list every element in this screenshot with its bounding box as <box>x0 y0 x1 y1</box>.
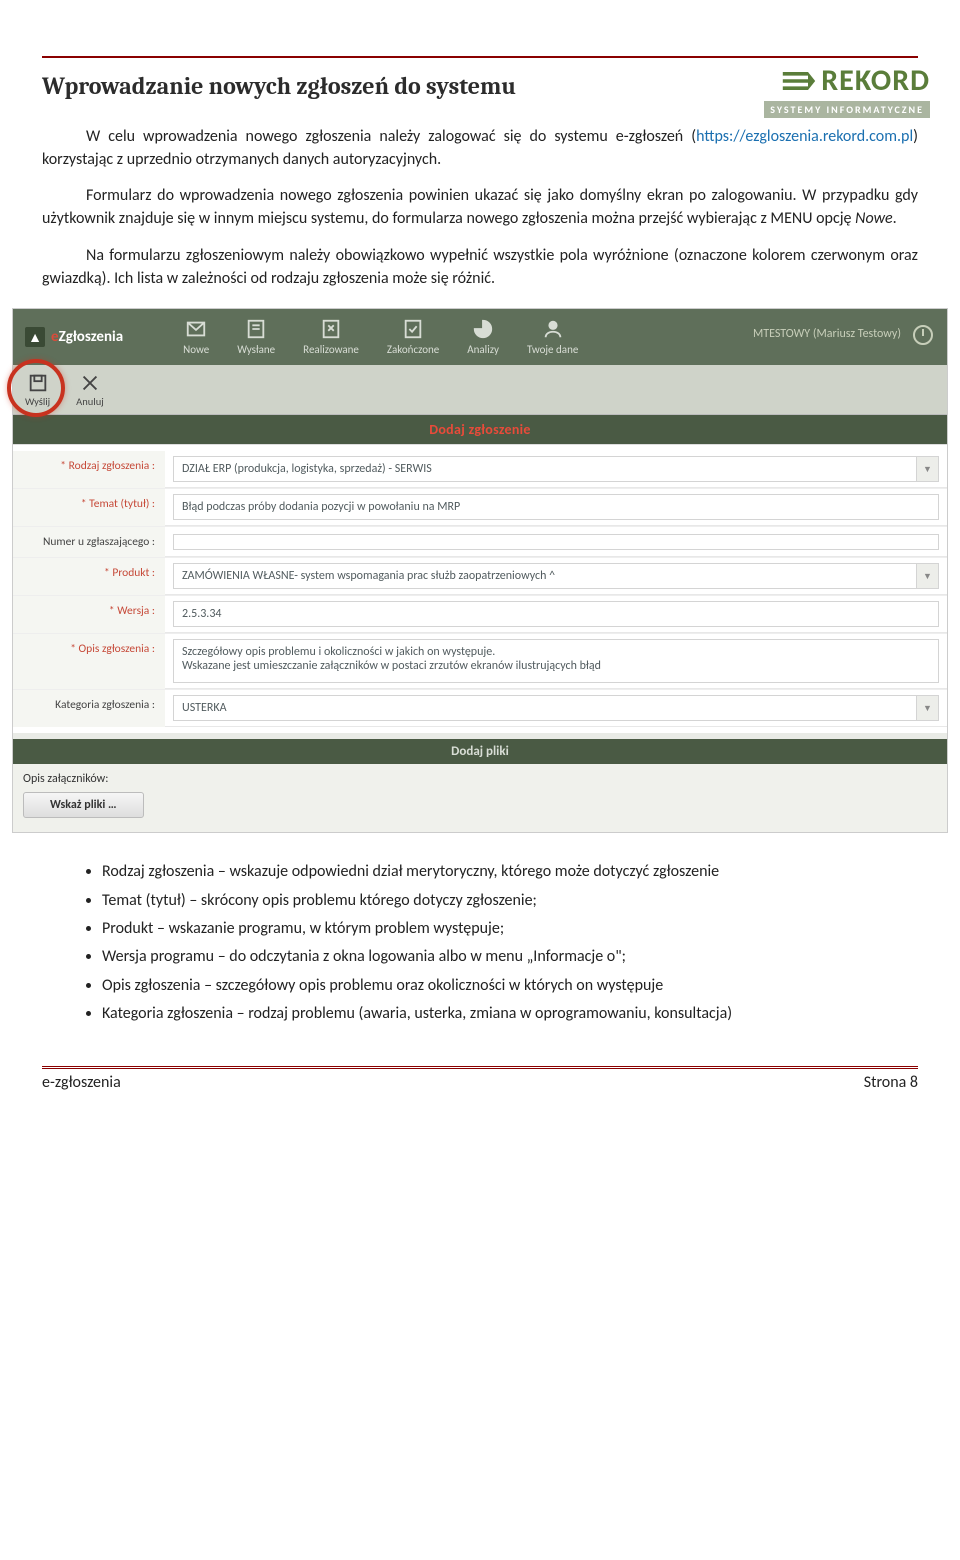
field-version[interactable]: 2.5.3.34 <box>173 601 939 627</box>
logo-text: REKORD <box>821 62 930 99</box>
caret-icon[interactable]: ▼ <box>917 563 939 589</box>
field-title[interactable]: Błąd podczas próby dodania pozycji w pow… <box>173 494 939 520</box>
nav-analytics[interactable]: Analizy <box>467 318 499 356</box>
app-nav: Nowe Wysłane Realizowane Zakończone Anal… <box>183 318 578 356</box>
header-rule <box>42 56 918 58</box>
paragraph-3: Na formularzu zgłoszeniowym należy obowi… <box>42 245 918 290</box>
label-number: Numer u zgłaszającego : <box>13 527 165 557</box>
power-icon[interactable] <box>911 323 935 347</box>
app-screenshot: ▲ eZgłoszenia Nowe Wysłane Realizowane Z… <box>12 308 948 833</box>
list-item: Produkt – wskazanie programu, w którym p… <box>102 918 918 940</box>
files-browse-button[interactable]: Wskaż pliki … <box>23 792 144 818</box>
close-icon <box>79 372 101 394</box>
list-item: Kategoria zgłoszenia – rodzaj problemu (… <box>102 1003 918 1025</box>
list-item: Temat (tytuł) – skrócony opis problemu k… <box>102 890 918 912</box>
list-item: Opis zgłoszenia – szczegółowy opis probl… <box>102 975 918 997</box>
url-link[interactable]: https://ezgloszenia.rekord.com.pl <box>696 127 913 146</box>
label-product: * Produkt : <box>13 558 165 595</box>
label-category: Kategoria zgłoszenia : <box>13 690 165 727</box>
nav-inprogress[interactable]: Realizowane <box>303 318 359 356</box>
nav-done[interactable]: Zakończone <box>387 318 439 356</box>
field-category[interactable]: USTERKA <box>173 695 917 721</box>
label-type: * Rodzaj zgłoszenia : <box>13 451 165 488</box>
highlight-circle <box>7 359 65 417</box>
paragraph-1: W celu wprowadzenia nowego zgłoszenia na… <box>42 126 918 171</box>
field-desc[interactable]: Szczegółowy opis problemu i okoliczności… <box>173 639 939 683</box>
ticket-form: * Rodzaj zgłoszenia : DZIAŁ ERP (produkc… <box>13 444 947 733</box>
header-logo: REKORD SYSTEMY INFORMATYCZNE <box>764 62 930 118</box>
app-brand: ▲ eZgłoszenia <box>25 327 123 347</box>
logo-stripes-icon <box>781 69 817 93</box>
caret-icon[interactable]: ▼ <box>917 695 939 721</box>
bullet-list: Rodzaj zgłoszenia – wskazuje odpowiedni … <box>102 861 918 1025</box>
label-title: * Temat (tytuł) : <box>13 489 165 526</box>
files-title: Dodaj pliki <box>13 739 947 764</box>
app-topbar: ▲ eZgłoszenia Nowe Wysłane Realizowane Z… <box>13 309 947 365</box>
footer-left: e-zgłoszenia <box>42 1073 121 1092</box>
field-number[interactable] <box>173 534 939 550</box>
footer-right: Strona 8 <box>864 1073 918 1092</box>
list-item: Wersja programu – do odczytania z okna l… <box>102 946 918 968</box>
logo-subtitle: SYSTEMY INFORMATYCZNE <box>764 101 930 118</box>
alert-icon: ▲ <box>25 327 45 347</box>
app-action-bar: Wyślij Anuluj <box>13 365 947 415</box>
files-section: Opis załączników: Wskaż pliki … <box>13 764 947 832</box>
label-desc: * Opis zgłoszenia : <box>13 634 165 689</box>
field-type[interactable]: DZIAŁ ERP (produkcja, logistyka, sprzeda… <box>173 456 917 482</box>
files-label: Opis załączników: <box>23 772 937 786</box>
label-version: * Wersja : <box>13 596 165 633</box>
nav-new[interactable]: Nowe <box>183 318 209 356</box>
form-title: Dodaj zgłoszenie <box>13 415 947 444</box>
field-product[interactable]: ZAMÓWIENIA WŁASNE- system wspomagania pr… <box>173 563 917 589</box>
nav-sent[interactable]: Wysłane <box>237 318 275 356</box>
list-item: Rodzaj zgłoszenia – wskazuje odpowiedni … <box>102 861 918 883</box>
app-username[interactable]: MTESTOWY (Mariusz Testowy) <box>753 327 901 341</box>
caret-icon[interactable]: ▼ <box>917 456 939 482</box>
page-footer: e-zgłoszenia Strona 8 <box>42 1066 918 1092</box>
nav-profile[interactable]: Twoje dane <box>527 318 578 356</box>
paragraph-2: Formularz do wprowadzenia nowego zgłosze… <box>42 185 918 230</box>
action-cancel[interactable]: Anuluj <box>76 372 104 408</box>
